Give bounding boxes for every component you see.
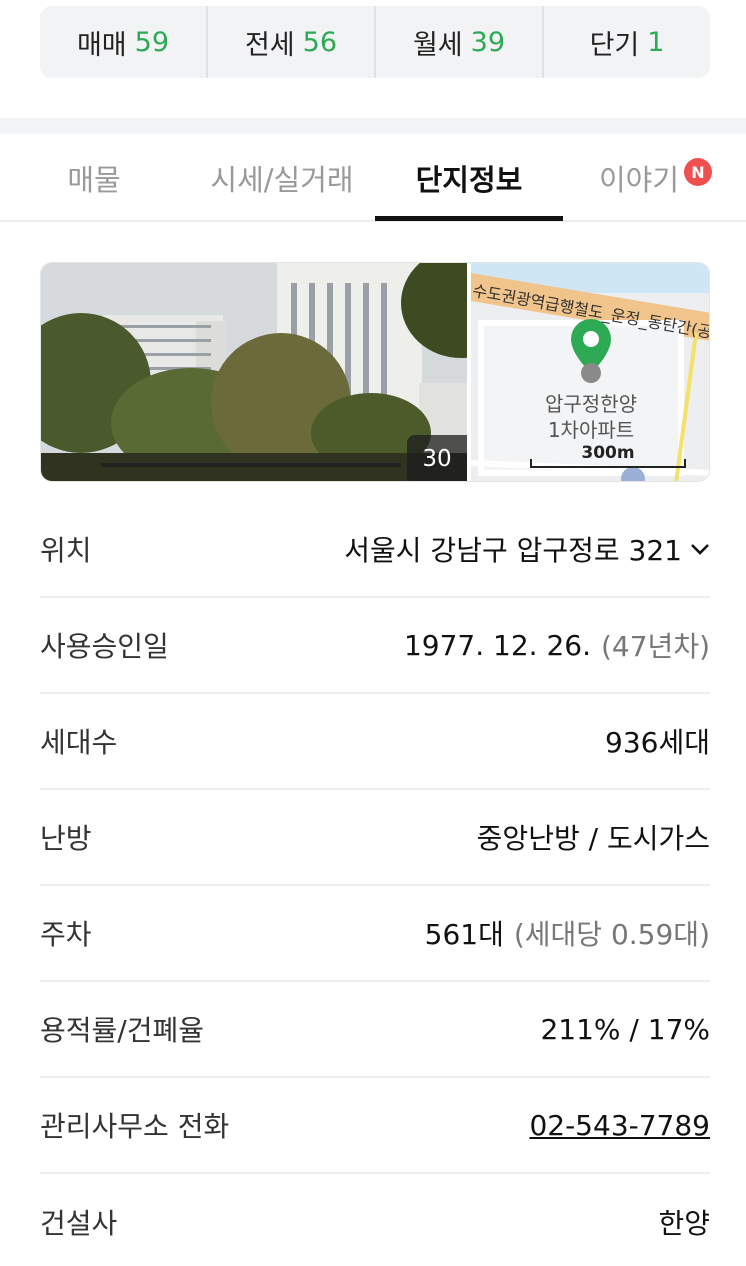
detail-tabs: 매물 시세/실거래 단지정보 이야기 [0,134,746,222]
heating-value: 중앙난방 / 도시가스 [476,822,710,855]
info-row-parking: 주차 561대 (세대당 0.59대) [40,886,710,982]
complex-photo[interactable]: 30 [41,263,467,481]
approval-years-value: (47년차) [601,630,710,663]
trade-sale-button[interactable]: 매매 59 [40,6,208,78]
parking-label: 주차 [40,918,92,951]
households-value: 936세대 [605,726,710,759]
office-phone-link[interactable]: 02-543-7789 [529,1109,710,1142]
new-badge: N [684,158,712,186]
approval-date-label: 사용승인일 [40,630,169,663]
location-value: 서울시 강남구 압구정로 321 [344,534,682,567]
trade-short-button[interactable]: 단기 1 [544,6,710,78]
trade-short-label: 단기 [589,29,640,61]
tab-complex-info[interactable]: 단지정보 [375,134,563,222]
chevron-down-icon[interactable] [690,542,710,556]
info-row-builder: 건설사 한양 [40,1174,710,1266]
map-place-label: 압구정한양 1차아파트 [471,391,709,443]
map-place-name-line1: 압구정한양 [545,392,637,416]
trade-jeonse-count: 56 [302,26,338,58]
heating-label: 난방 [40,822,92,855]
apartment-photo-illustration [41,263,467,481]
trade-type-bar: 매매 59 전세 56 월세 39 단기 1 [40,6,710,78]
tab-listings[interactable]: 매물 [20,134,168,222]
info-row-office-phone: 관리사무소 전화 02-543-7789 [40,1078,710,1174]
info-row-far-bcr: 용적률/건폐율 211% / 17% [40,982,710,1078]
trade-monthly-label: 월세 [412,29,463,61]
builder-label: 건설사 [40,1207,118,1240]
trade-short-count: 1 [647,26,665,58]
info-row-approval-date: 사용승인일 1977. 12. 26. (47년차) [40,598,710,694]
complex-map[interactable]: 수도권광역급행철도_운정_동탄간(공사중) 압구정한양 1차아파트 300m [471,263,709,481]
trade-jeonse-label: 전세 [244,29,295,61]
section-divider [0,118,746,134]
photo-count-badge: 30 [407,435,467,481]
trade-jeonse-button[interactable]: 전세 56 [208,6,376,78]
info-row-location[interactable]: 위치 서울시 강남구 압구정로 321 [40,502,710,598]
approval-date-value: 1977. 12. 26. [403,628,591,662]
info-row-households: 세대수 936세대 [40,694,710,790]
trade-monthly-count: 39 [470,26,506,58]
tab-price-history[interactable]: 시세/실거래 [188,134,376,222]
parking-per-household: (세대당 0.59대) [513,918,710,951]
trade-monthly-button[interactable]: 월세 39 [376,6,544,78]
active-tab-indicator [375,216,563,221]
map-place-name-line2: 1차아파트 [547,418,635,442]
far-bcr-value: 211% / 17% [540,1012,710,1046]
builder-value: 한양 [658,1207,710,1240]
location-label: 위치 [40,534,92,567]
complex-info-list: 위치 서울시 강남구 압구정로 321 사용승인일 1977. 12. 26. … [40,502,710,1266]
trade-sale-label: 매매 [76,29,127,61]
households-label: 세대수 [40,726,118,759]
map-scale-label: 300m [581,443,635,463]
trade-sale-count: 59 [134,26,170,58]
office-phone-label: 관리사무소 전화 [40,1110,230,1143]
complex-media: 30 수도권광역급행철도_운정_동탄간(공사중) 압구정한양 1차아파트 300… [40,262,710,482]
parking-value: 561대 [424,918,504,951]
far-bcr-label: 용적률/건폐율 [40,1014,204,1047]
info-row-heating: 난방 중앙난방 / 도시가스 [40,790,710,886]
